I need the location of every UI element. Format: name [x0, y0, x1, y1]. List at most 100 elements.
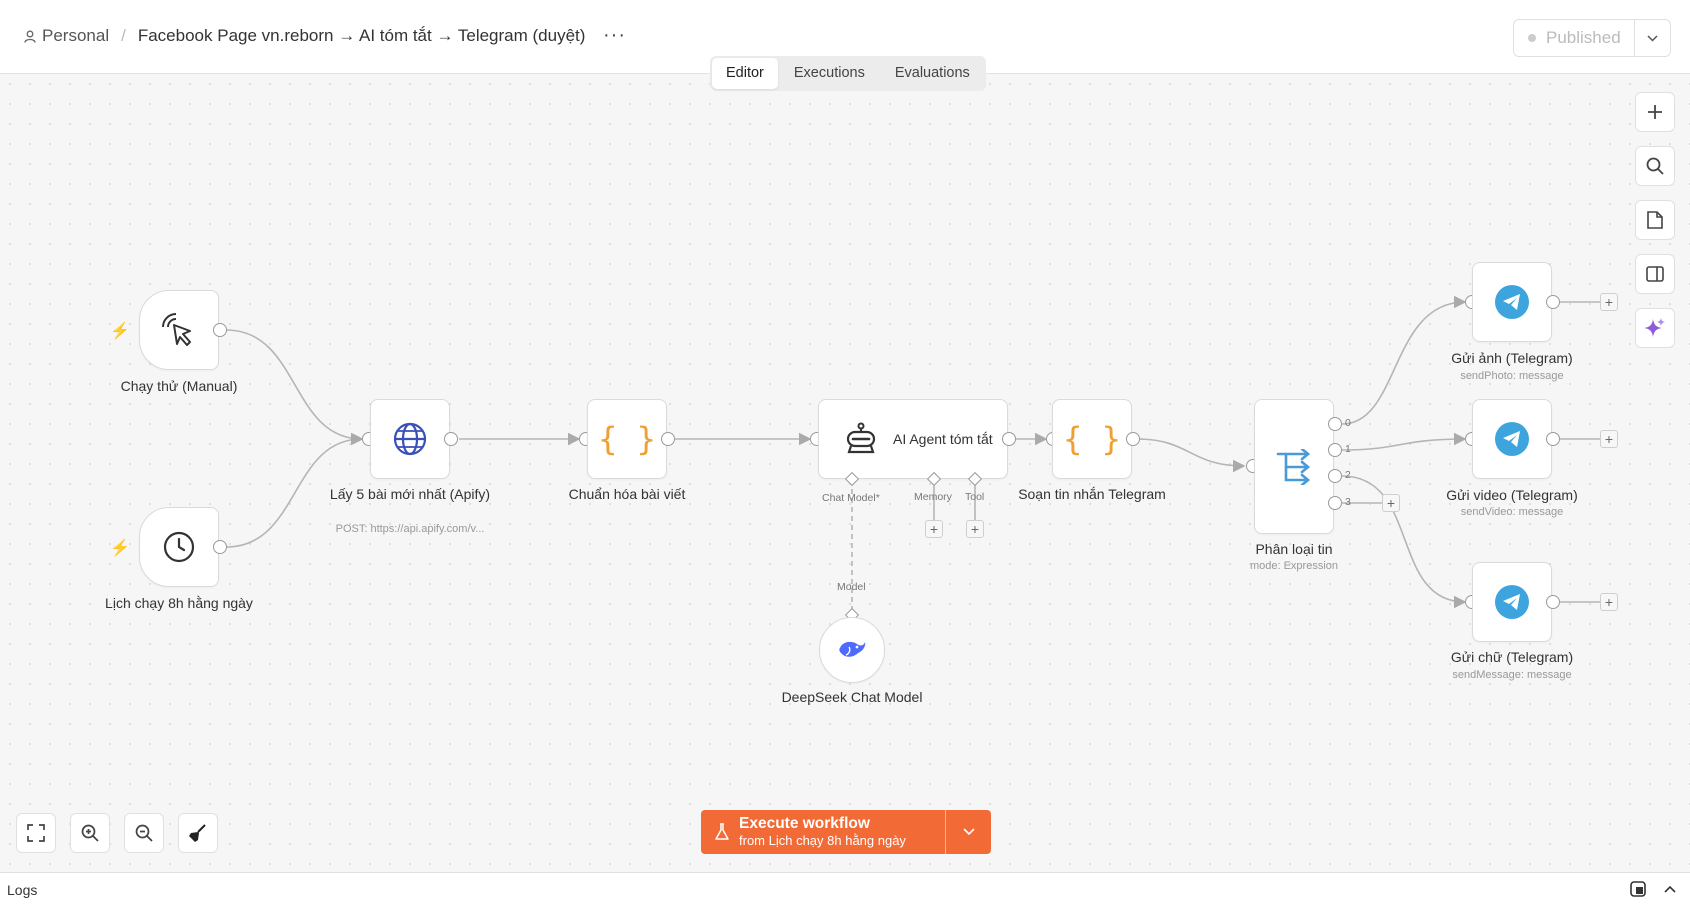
zoom-in-icon — [81, 824, 99, 842]
switch-output-3-port[interactable] — [1328, 496, 1342, 510]
add-node-after-photo-button[interactable]: + — [1600, 293, 1618, 311]
logs-actions — [1630, 881, 1676, 897]
edge-switch1-video — [1341, 432, 1467, 451]
node-compose[interactable]: { } — [1052, 399, 1132, 479]
sparkle-icon — [1644, 318, 1665, 337]
compose-label: Soạn tin nhắn Telegram — [1018, 486, 1166, 502]
manual-trigger-label: Chạy thử (Manual) — [120, 378, 238, 394]
telegram-icon — [1495, 585, 1529, 619]
logs-panel-bar[interactable]: Logs — [0, 872, 1690, 906]
user-icon — [24, 30, 36, 43]
tg-video-output-port[interactable] — [1546, 432, 1560, 446]
tab-editor[interactable]: Editor — [712, 58, 778, 89]
robot-icon — [846, 422, 876, 454]
chevron-up-icon[interactable] — [1664, 885, 1676, 893]
node-http-request[interactable] — [370, 399, 450, 479]
tab-executions[interactable]: Executions — [780, 58, 879, 89]
search-icon — [1646, 157, 1664, 175]
search-nodes-button[interactable] — [1635, 146, 1675, 186]
tg-text-output-port[interactable] — [1546, 595, 1560, 609]
switch-label: Phân loại tin — [1255, 541, 1333, 557]
fit-view-button[interactable] — [16, 813, 56, 853]
toggle-panel-button[interactable] — [1635, 254, 1675, 294]
memory-port-label: Memory — [914, 491, 952, 503]
node-manual-trigger[interactable] — [139, 290, 219, 370]
chevron-down-icon[interactable] — [945, 810, 991, 854]
trigger-bolt-icon: ⚡ — [110, 540, 130, 557]
compose-output-port[interactable] — [1126, 432, 1140, 446]
node-deepseek-model[interactable] — [819, 617, 885, 683]
view-tabs: Editor Executions Evaluations — [710, 56, 986, 91]
execute-workflow-subtitle: from Lịch chạy 8h hằng ngày — [739, 833, 906, 848]
execute-workflow-button[interactable]: Execute workflow from Lịch chạy 8h hằng … — [701, 810, 991, 854]
node-schedule-trigger[interactable] — [139, 507, 219, 587]
add-node-after-text-button[interactable]: + — [1600, 593, 1618, 611]
fullscreen-icon — [27, 824, 45, 842]
switch-output-2-port[interactable] — [1328, 469, 1342, 483]
schedule-trigger-label: Lịch chạy 8h hằng ngày — [105, 595, 253, 611]
add-node-switch-3-button[interactable]: + — [1382, 494, 1400, 512]
workspace-label: Personal — [42, 26, 110, 45]
deepseek-label: DeepSeek Chat Model — [781, 689, 923, 705]
publish-status-control: Published — [1513, 19, 1671, 57]
normalize-label: Chuẩn hóa bài viết — [568, 486, 686, 502]
tg-photo-label: Gửi ảnh (Telegram) — [1451, 350, 1573, 366]
tg-text-label: Gửi chữ (Telegram) — [1450, 649, 1574, 665]
code-braces-icon: { } — [1063, 420, 1121, 458]
trigger-bolt-icon: ⚡ — [110, 323, 130, 340]
schedule-output-port[interactable] — [213, 540, 227, 554]
switch-icon — [1276, 448, 1311, 485]
logs-label: Logs — [7, 882, 38, 898]
zoom-in-button[interactable] — [70, 813, 110, 853]
execute-workflow-main[interactable]: Execute workflow from Lịch chạy 8h hằng … — [701, 810, 945, 854]
add-node-after-video-button[interactable]: + — [1600, 430, 1618, 448]
node-tg-text[interactable] — [1472, 562, 1552, 642]
tg-photo-output-port[interactable] — [1546, 295, 1560, 309]
telegram-icon — [1495, 285, 1529, 319]
breadcrumb-personal[interactable]: Personal — [24, 26, 109, 46]
more-options-icon[interactable]: ··· — [603, 24, 626, 47]
workflow-canvas[interactable]: ⚡ Chạy thử (Manual) ⚡ Lịch chạy 8h hằng … — [0, 74, 1690, 872]
manual-output-port[interactable] — [213, 323, 227, 337]
note-icon — [1647, 211, 1663, 229]
chat-model-port-label: Chat Model* — [822, 492, 880, 504]
execute-workflow-text: Execute workflow from Lịch chạy 8h hằng … — [739, 815, 906, 849]
telegram-icon — [1495, 422, 1529, 456]
chevron-down-icon[interactable] — [1634, 20, 1670, 56]
http-request-label: Lấy 5 bài mới nhất (Apify) — [329, 486, 491, 502]
node-tg-photo[interactable] — [1472, 262, 1552, 342]
breadcrumb: Personal / Facebook Page vn.reborn → AI … — [24, 26, 585, 46]
cursor-click-icon — [162, 313, 191, 346]
http-output-port[interactable] — [444, 432, 458, 446]
ai-agent-label: AI Agent tóm tắt — [893, 431, 993, 447]
zoom-out-button[interactable] — [124, 813, 164, 853]
switch-output-0-port[interactable] — [1328, 417, 1342, 431]
node-ai-agent[interactable]: AI Agent tóm tắt — [818, 399, 1008, 479]
add-memory-button[interactable]: + — [925, 520, 943, 538]
tool-port-label: Tool — [965, 491, 985, 503]
code-braces-icon: { } — [598, 420, 656, 458]
deepseek-whale-icon — [839, 641, 866, 657]
tab-evaluations[interactable]: Evaluations — [881, 58, 984, 89]
http-request-subtitle: POST: https://api.apify.com/v... — [335, 523, 485, 535]
workflow-title[interactable]: Facebook Page vn.reborn → AI tóm tắt → T… — [138, 26, 586, 46]
published-button[interactable]: Published — [1514, 20, 1634, 56]
sticky-note-button[interactable] — [1635, 200, 1675, 240]
agent-output-port[interactable] — [1002, 432, 1016, 446]
node-normalize[interactable]: { } — [587, 399, 667, 479]
tg-video-label: Gửi video (Telegram) — [1446, 487, 1578, 503]
switch-output-2-label: 2 — [1345, 469, 1351, 481]
node-switch[interactable] — [1254, 399, 1334, 534]
add-tool-button[interactable]: + — [966, 520, 984, 538]
normalize-output-port[interactable] — [661, 432, 675, 446]
panel-icon — [1646, 266, 1664, 282]
switch-output-1-port[interactable] — [1328, 443, 1342, 457]
flask-icon — [715, 823, 729, 840]
popout-icon[interactable] — [1630, 881, 1646, 897]
tg-video-subtitle: sendVideo: message — [1460, 506, 1564, 518]
tidy-up-button[interactable] — [178, 813, 218, 853]
ai-assistant-button[interactable] — [1635, 308, 1675, 348]
node-tg-video[interactable] — [1472, 399, 1552, 479]
add-node-button[interactable] — [1635, 92, 1675, 132]
switch-output-3-label: 3 — [1345, 496, 1351, 508]
